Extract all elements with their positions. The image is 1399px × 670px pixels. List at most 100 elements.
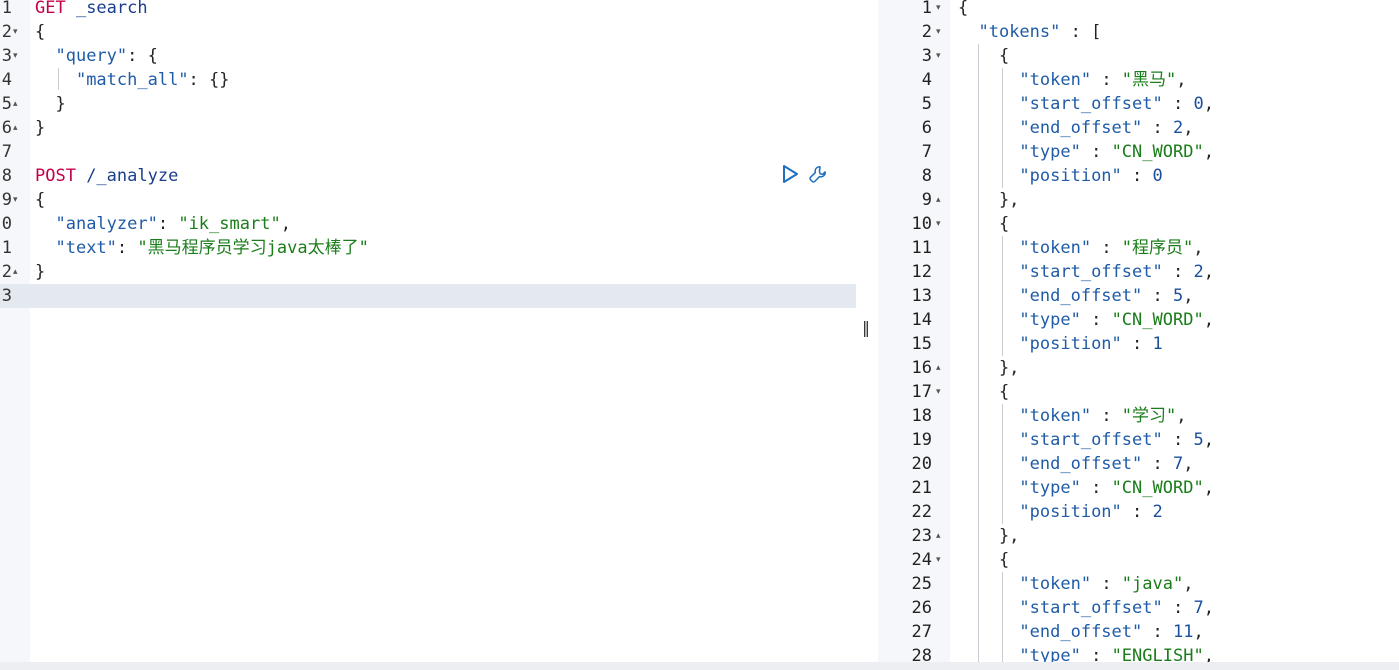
code-token: "token" <box>1019 406 1092 426</box>
pane-splitter[interactable]: ‖ <box>856 0 878 670</box>
code-line[interactable]: 7 <box>0 140 856 164</box>
code-token: "start_offset" <box>1019 598 1163 618</box>
code-line[interactable]: 18 "token" : "学习", <box>878 404 1399 428</box>
fold-collapse-icon[interactable]: ▾ <box>936 380 941 404</box>
code-line[interactable]: 19 "start_offset" : 5, <box>878 428 1399 452</box>
code-line[interactable]: 5 "start_offset" : 0, <box>878 92 1399 116</box>
code-line[interactable]: 16 ▴ }, <box>878 356 1399 380</box>
indent-guide <box>1002 572 1003 670</box>
code-text: { <box>958 548 1009 572</box>
fold-collapse-icon[interactable]: ▾ <box>13 188 18 212</box>
line-number: 8 <box>921 166 932 186</box>
code-token: "text" <box>55 238 117 258</box>
code-line[interactable]: 3 ▾ "query": { <box>0 44 856 68</box>
code-line[interactable]: 6 ▴} <box>0 116 856 140</box>
indent-guide <box>1002 236 1003 356</box>
code-line[interactable]: 2 ▾ { <box>0 20 856 44</box>
code-line[interactable]: 8 "position" : 0 <box>878 164 1399 188</box>
request-editor[interactable]: 1 GET _search 2 ▾{3 ▾ "query": {4 "match_all… <box>0 0 856 670</box>
code-token: } <box>35 262 46 282</box>
code-token: : <box>1121 166 1153 186</box>
code-token: : <box>1142 118 1173 138</box>
play-icon <box>783 165 798 183</box>
code-token: { <box>958 46 1010 66</box>
fold-expand-icon[interactable]: ▴ <box>13 116 18 140</box>
response-viewer[interactable]: 1 ▾{2 ▾ "tokens" : [3 ▾ {4 "token" : "黑马", 5… <box>878 0 1399 670</box>
code-line[interactable]: 27 "end_offset" : 11, <box>878 620 1399 644</box>
code-line[interactable]: 0 "analyzer": "ik_smart", <box>0 212 856 236</box>
code-text: "start_offset" : 0, <box>958 92 1214 116</box>
code-line[interactable]: 20 "end_offset" : 7, <box>878 452 1399 476</box>
fold-collapse-icon[interactable]: ▾ <box>936 20 941 44</box>
code-line[interactable]: 14 "type" : "CN_WORD", <box>878 308 1399 332</box>
code-token: : <box>1080 478 1112 498</box>
code-token: "analyzer" <box>55 214 158 234</box>
fold-collapse-icon[interactable]: ▾ <box>936 212 941 236</box>
code-line[interactable]: 4 "match_all": {} <box>0 68 856 92</box>
fold-expand-icon[interactable]: ▴ <box>936 524 941 548</box>
line-number: 22 <box>911 502 932 522</box>
code-token: 0 <box>1193 94 1204 114</box>
request-options-button[interactable] <box>808 163 828 185</box>
code-line[interactable]: 2 ▴} <box>0 260 856 284</box>
code-line[interactable]: 6 "end_offset" : 2, <box>878 116 1399 140</box>
code-line[interactable]: 22 "position" : 2 <box>878 500 1399 524</box>
fold-collapse-icon[interactable]: ▾ <box>13 44 18 68</box>
code-text: { <box>35 20 45 44</box>
code-token: "end_offset" <box>1019 454 1143 474</box>
code-line[interactable]: 23 ▴ }, <box>878 524 1399 548</box>
fold-collapse-icon[interactable]: ▾ <box>936 548 941 572</box>
code-line[interactable]: 2 ▾ "tokens" : [ <box>878 20 1399 44</box>
request-actions <box>780 163 828 185</box>
fold-collapse-icon[interactable]: ▾ <box>936 0 941 20</box>
code-line[interactable]: 21 "type" : "CN_WORD", <box>878 476 1399 500</box>
code-line[interactable]: 7 "type" : "CN_WORD", <box>878 140 1399 164</box>
code-line[interactable]: 4 "token" : "黑马", <box>878 68 1399 92</box>
code-line[interactable]: 1 "text": "黑马程序员学习java太棒了" <box>0 236 856 260</box>
code-token: , <box>1203 598 1214 618</box>
code-token: }, <box>958 190 1020 210</box>
code-line[interactable]: 17 ▾ { <box>878 380 1399 404</box>
code-token: { <box>35 190 46 210</box>
code-token: : <box>1091 238 1122 258</box>
line-number: 5 <box>921 94 932 114</box>
fold-expand-icon[interactable]: ▴ <box>936 188 941 212</box>
code-line[interactable]: 10 ▾ { <box>878 212 1399 236</box>
code-line[interactable]: 9 ▾ { <box>0 188 856 212</box>
code-text: "text": "黑马程序员学习java太棒了" <box>35 236 368 260</box>
code-line[interactable]: 3 ▾ { <box>878 44 1399 68</box>
fold-expand-icon[interactable]: ▴ <box>13 260 18 284</box>
code-line[interactable]: 26 "start_offset" : 7, <box>878 596 1399 620</box>
code-line[interactable]: 1 GET _search <box>0 0 856 20</box>
code-text: }, <box>958 524 1019 548</box>
fold-expand-icon[interactable]: ▴ <box>13 92 18 116</box>
code-text: }, <box>958 356 1019 380</box>
line-number: 3 <box>921 46 932 66</box>
fold-collapse-icon[interactable]: ▾ <box>936 44 941 68</box>
code-line[interactable]: 8 POST /_analyze <box>0 164 856 188</box>
code-token: 1 <box>1152 334 1163 354</box>
code-line[interactable]: 5 ▴ } <box>0 92 856 116</box>
fold-collapse-icon[interactable]: ▾ <box>13 20 18 44</box>
fold-expand-icon[interactable]: ▴ <box>936 356 941 380</box>
code-line[interactable]: 11 "token" : "程序员", <box>878 236 1399 260</box>
code-line[interactable]: 1 ▾ { <box>878 0 1399 20</box>
code-line[interactable]: 13 "end_offset" : 5, <box>878 284 1399 308</box>
code-line[interactable]: 25 "token" : "java", <box>878 572 1399 596</box>
code-line[interactable]: 24 ▾ { <box>878 548 1399 572</box>
line-number: 27 <box>911 622 932 642</box>
splitter-grip-icon[interactable]: ‖ <box>862 318 870 337</box>
run-request-button[interactable] <box>780 163 800 185</box>
code-line[interactable]: 12 "start_offset" : 2, <box>878 260 1399 284</box>
code-token: "token" <box>1019 70 1092 90</box>
bottom-scrollbar[interactable] <box>0 662 1399 670</box>
code-token: "type" <box>1019 142 1081 162</box>
code-token: "tokens" <box>978 22 1061 42</box>
code-line[interactable]: 15 "position" : 1 <box>878 332 1399 356</box>
code-line[interactable]: 9 ▴ }, <box>878 188 1399 212</box>
code-line[interactable]: 3 <box>0 284 856 308</box>
